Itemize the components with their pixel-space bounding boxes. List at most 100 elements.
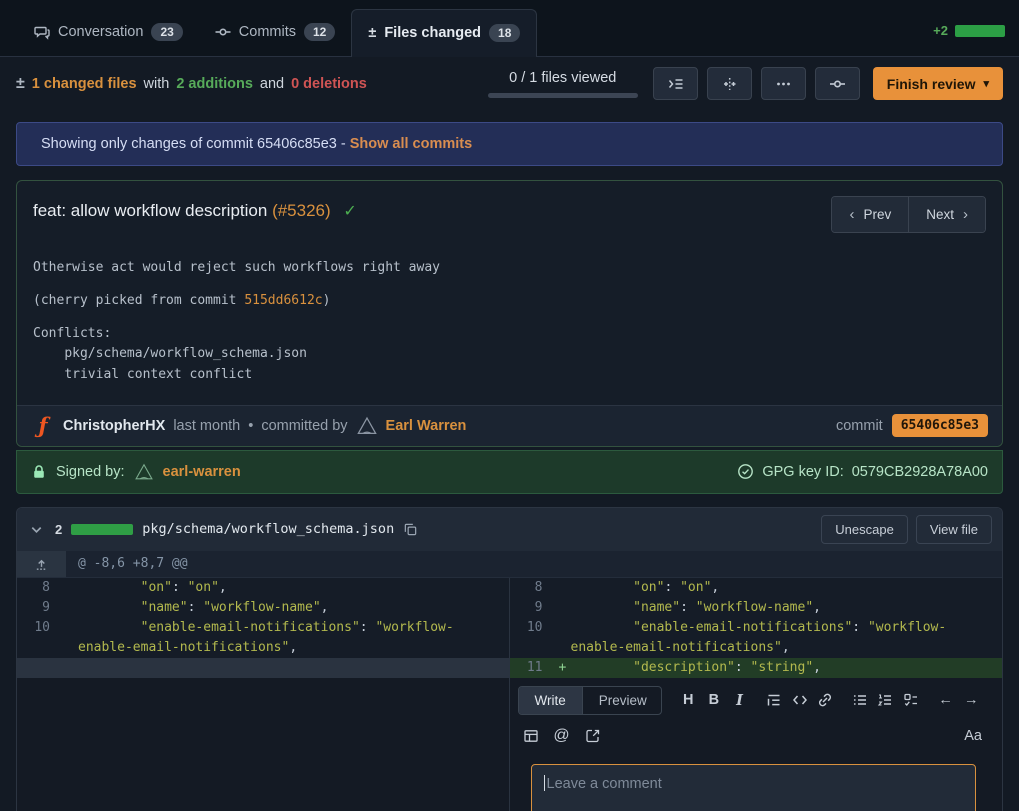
file-name[interactable]: pkg/schema/workflow_schema.json (142, 521, 394, 537)
diff-icon: ± (368, 25, 376, 41)
tab-files-changed[interactable]: ± Files changed 18 (351, 9, 537, 57)
files-viewed-label: 0 / 1 files viewed (488, 70, 638, 86)
tab-files-changed-label: Files changed (384, 25, 481, 41)
line-number[interactable]: 9 (510, 598, 554, 618)
tab-preview[interactable]: Preview (583, 687, 662, 714)
tab-commits[interactable]: Commits 12 (199, 9, 352, 56)
tab-conversation-label: Conversation (58, 24, 143, 40)
diff-options-button[interactable] (761, 67, 806, 100)
italic-button[interactable]: I (727, 687, 753, 713)
commit-select-button[interactable] (815, 67, 860, 100)
diff-line-old-9: 9 "name": "workflow-name", (17, 598, 509, 618)
author-name[interactable]: ChristopherHX (63, 418, 165, 434)
json-sep: : (664, 580, 680, 595)
quote-button[interactable] (761, 687, 787, 713)
summary-actions: 0 / 1 files viewed (488, 67, 1003, 100)
file-change-count: 2 (55, 522, 62, 537)
gpg-key-group: GPG key ID: 0579CB2928A78A00 (737, 463, 988, 480)
heading-button[interactable]: H (676, 687, 702, 713)
dot-separator: • (248, 418, 253, 434)
diff-line-old-8: 8 "on": "on", (17, 578, 509, 598)
line-number[interactable]: 10 (510, 618, 554, 658)
json-value: "on" (680, 580, 711, 595)
expand-hunk-button[interactable] (17, 551, 66, 577)
commit-hash-badge[interactable]: 65406c85e3 (892, 414, 988, 437)
file-header-actions: Unescape View file (821, 515, 992, 544)
link-button[interactable] (812, 687, 838, 713)
table-button[interactable] (518, 723, 544, 749)
addition-marker: + (554, 658, 571, 678)
json-sep: : (735, 660, 751, 675)
comment-input[interactable]: Leave a comment (531, 764, 977, 811)
undo-button[interactable]: ← (933, 687, 959, 713)
line-marker (61, 618, 78, 658)
json-comma: , (321, 600, 329, 615)
cherry-pick-text-end: ) (323, 293, 331, 308)
committer-name[interactable]: Earl Warren (386, 418, 467, 434)
commit-icon (829, 76, 846, 92)
diff-line-old-10: 10 "enable-email-notifications": "workfl… (17, 618, 509, 658)
changed-files-summary: ± 1 changed files with 2 additions and 0… (16, 75, 367, 93)
tab-write[interactable]: Write (519, 687, 583, 714)
json-key: "enable-email-notifications" (78, 620, 360, 635)
diff-line-new-10: 10 "enable-email-notifications": "workfl… (510, 618, 1003, 658)
tab-conversation[interactable]: Conversation 23 (18, 9, 199, 56)
commit-label: commit (836, 418, 883, 434)
reference-button[interactable] (580, 723, 606, 749)
redo-button[interactable]: → (958, 687, 984, 713)
diff-old-side: 8 "on": "on", 9 "name": "workflow-name",… (17, 578, 510, 811)
next-commit-button[interactable]: Next › (909, 197, 985, 232)
commits-count-badge: 12 (304, 23, 335, 41)
signer-avatar[interactable] (134, 462, 154, 482)
json-key: "enable-email-notifications" (571, 620, 853, 635)
changed-files-link[interactable]: 1 changed files (32, 76, 137, 92)
diff-hunk-row: @ -8,6 +8,7 @@ (17, 551, 1002, 578)
cherry-pick-text: (cherry picked from commit (33, 293, 244, 308)
json-sep: : (360, 620, 376, 635)
ci-success-icon[interactable]: ✓ (343, 203, 356, 220)
code-button[interactable] (787, 687, 813, 713)
copy-path-icon[interactable] (403, 522, 418, 537)
line-number[interactable]: 11 (510, 658, 554, 678)
json-sep: : (172, 580, 188, 595)
task-list-button[interactable] (898, 687, 924, 713)
unordered-list-button[interactable] (847, 687, 873, 713)
chevron-down-icon: ▾ (983, 77, 989, 90)
pr-reference-link[interactable]: (#5326) (272, 201, 331, 220)
author-avatar[interactable]: ƒ (31, 414, 55, 438)
editor-toolbar-row-1: Write Preview H B I (518, 686, 985, 715)
committer-avatar[interactable] (356, 415, 378, 437)
show-all-commits-link[interactable]: Show all commits (350, 136, 472, 152)
prev-commit-button[interactable]: ‹ Prev (832, 197, 909, 232)
line-number[interactable]: 9 (17, 598, 61, 618)
file-tree-toggle-button[interactable] (653, 67, 698, 100)
whitespace-icon (721, 76, 738, 92)
signed-by-label: Signed by: (56, 464, 125, 480)
bold-button[interactable]: B (701, 687, 727, 713)
files-changed-count-badge: 18 (489, 24, 520, 42)
unescape-button[interactable]: Unescape (821, 515, 908, 544)
font-toggle-button[interactable]: Aa (964, 728, 982, 744)
line-number[interactable]: 10 (17, 618, 61, 658)
line-number[interactable]: 8 (510, 578, 554, 598)
cherry-pick-commit-link[interactable]: 515dd6612c (244, 293, 322, 308)
json-comma: , (219, 580, 227, 595)
json-key: "description" (571, 660, 735, 675)
mention-button[interactable]: @ (549, 723, 575, 749)
json-comma: , (782, 640, 790, 655)
code-line: "on": "on", (78, 578, 509, 598)
signer-name[interactable]: earl-warren (163, 464, 241, 480)
json-comma: , (813, 660, 821, 675)
ordered-list-button[interactable] (873, 687, 899, 713)
diff-stat-bar (955, 25, 1005, 37)
whitespace-options-button[interactable] (707, 67, 752, 100)
json-sep: : (188, 600, 204, 615)
line-number[interactable]: 8 (17, 578, 61, 598)
code-line: "name": "workflow-name", (571, 598, 1003, 618)
collapse-file-icon[interactable] (27, 520, 46, 539)
finish-review-button[interactable]: Finish review ▾ (873, 67, 1003, 100)
json-comma: , (711, 580, 719, 595)
summary-with: with (144, 76, 170, 92)
commit-title: feat: allow workflow description (#5326)… (33, 196, 357, 227)
view-file-button[interactable]: View file (916, 515, 992, 544)
